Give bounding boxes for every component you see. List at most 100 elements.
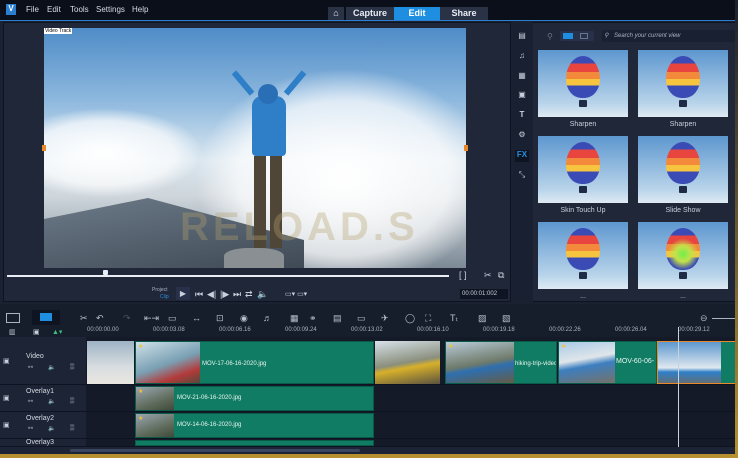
mute-icon[interactable]: 🔈 (48, 398, 55, 405)
home-tab[interactable]: ⌂ (328, 7, 344, 20)
chapter-icon[interactable]: ▣ (33, 328, 40, 336)
track-camera-icon[interactable]: ▣ (3, 421, 10, 429)
clip-thumbnail[interactable] (87, 341, 134, 384)
tab-edit[interactable]: Edit (394, 7, 440, 20)
mute-icon[interactable]: 🔈 (48, 364, 55, 371)
grid-icon[interactable]: ▒ (70, 398, 74, 404)
menu-settings[interactable]: Settings (96, 5, 125, 14)
next-frame-button[interactable]: |▶ (220, 289, 229, 300)
smart-proxy-icon[interactable]: ▨ (478, 313, 487, 324)
library-item-thumbnail[interactable] (638, 222, 728, 289)
project-mode[interactable]: Project (152, 287, 168, 293)
overlay1-clip[interactable]: ★ MOV-21-06-16-2020.jpg (135, 386, 374, 411)
title-icon[interactable]: Tₜ (450, 313, 458, 324)
track-header-video[interactable]: ▣ Video ⚯ 🔈 ▒ (0, 337, 86, 385)
motion-icon[interactable]: ⚭ (309, 313, 317, 324)
link-icon[interactable]: ⚯ (28, 425, 33, 432)
filter-icon[interactable]: ⚲ (547, 32, 553, 41)
playhead[interactable] (678, 327, 679, 447)
video-clip-3[interactable]: ★ hiking-trip-video (445, 341, 557, 384)
split-icon[interactable]: ↔ (192, 313, 201, 323)
crop-handle-right[interactable] (464, 145, 468, 151)
template-icon[interactable]: ▣ (515, 90, 529, 102)
auto-music-icon[interactable]: ▧ (502, 313, 511, 324)
media-icon[interactable]: ▤ (515, 31, 529, 43)
record-icon[interactable]: ◉ (240, 313, 248, 324)
repeat-button[interactable]: ⇄ (245, 289, 253, 300)
home-button[interactable]: ⏮ (195, 289, 203, 300)
mask-icon[interactable]: ◯ (405, 313, 415, 324)
track-manager-icon[interactable]: ▥ (9, 328, 16, 336)
cut-icon[interactable]: ✂ (80, 313, 88, 324)
transition-icon[interactable]: ⚙ (515, 130, 529, 142)
zoom-out-icon[interactable]: ⊖ (700, 313, 708, 324)
timecode-field[interactable]: 00:00:01:002 (460, 289, 508, 299)
menu-edit[interactable]: Edit (47, 5, 61, 14)
split-icon[interactable]: ✂ (484, 270, 492, 281)
mute-icon[interactable]: 🔈 (48, 425, 55, 432)
undo-icon[interactable]: ↶ (96, 313, 104, 324)
previous-frame-button[interactable]: ◀| (207, 289, 216, 300)
crop-icon[interactable]: ▭ (168, 313, 177, 324)
mark-in-icon[interactable]: [ ] (459, 270, 467, 280)
hiker (252, 96, 286, 156)
split-screen-icon[interactable]: ▭ (357, 313, 366, 324)
grid-icon[interactable]: ▒ (70, 425, 74, 431)
title-icon[interactable]: T (515, 110, 529, 122)
menu-help[interactable]: Help (132, 5, 148, 14)
balloon-image (566, 56, 600, 98)
grid-icon[interactable]: ▒ (70, 364, 74, 370)
storyboard-view-button[interactable] (6, 313, 20, 323)
track-camera-icon[interactable]: ▣ (3, 394, 10, 402)
link-icon[interactable]: ⚯ (28, 364, 33, 371)
overlay3-clip[interactable] (135, 440, 374, 446)
volume-button[interactable]: 🔈 (257, 289, 268, 300)
timeline-scrollbar[interactable] (70, 449, 360, 452)
track-header-overlay3[interactable]: ▣Overlay3 (0, 439, 86, 456)
library-item-thumbnail[interactable] (638, 50, 728, 117)
subtitle-icon[interactable]: ▤ (333, 313, 342, 324)
audio-mixer-icon[interactable]: ♬ (263, 313, 272, 323)
library-item-thumbnail[interactable] (538, 222, 628, 289)
end-button[interactable]: ⏭ (233, 289, 241, 300)
play-button[interactable]: ▶ (176, 287, 190, 300)
clip-mode[interactable]: Clip (160, 294, 169, 300)
motion-tracking-icon[interactable]: ✈ (381, 313, 389, 324)
track-header-overlay1[interactable]: ▣ Overlay1 ⚯ 🔈 ▒ (0, 385, 86, 412)
audio-icon[interactable]: ♫ (515, 51, 529, 63)
fit-icon[interactable]: ⛶ (425, 313, 431, 324)
scrubber-bar[interactable] (7, 275, 449, 277)
library-item-thumbnail[interactable] (538, 50, 628, 117)
track-header-overlay2[interactable]: ▣ Overlay2 ⚯ 🔈 ▒ (0, 412, 86, 439)
menu-tools[interactable]: Tools (70, 5, 89, 14)
resize-icon[interactable]: ⊡ (216, 313, 224, 324)
multicam-icon[interactable]: ▦ (290, 313, 299, 324)
crop-handle-left[interactable] (42, 145, 46, 151)
timeline-view-button[interactable] (32, 310, 60, 325)
search-input[interactable]: ⚲ Search your current view (602, 30, 735, 42)
track-camera-icon[interactable]: ▣ (3, 357, 10, 365)
scrubber-handle[interactable] (103, 270, 108, 275)
menu-file[interactable]: File (26, 5, 39, 14)
library-item-thumbnail[interactable] (638, 136, 728, 203)
library-item-label: Sharpen (669, 121, 697, 128)
library-item-thumbnail[interactable] (538, 136, 628, 203)
tab-share[interactable]: Share (440, 7, 488, 20)
tab-capture[interactable]: Capture (346, 7, 394, 20)
overlay2-clip[interactable]: ★ MOV-14-06-16-2020.jpg (135, 413, 374, 438)
fx-icon[interactable]: FX (515, 150, 529, 162)
path-icon[interactable]: ⤡ (515, 170, 529, 182)
link-icon[interactable]: ⚯ (28, 398, 33, 405)
fx-star-icon: ★ (138, 416, 144, 422)
library-item-label: Slide Show (665, 207, 701, 214)
ripple-edit-icon[interactable]: ▲▾ (52, 328, 62, 336)
enlarge-icon[interactable]: ⧉ (498, 270, 504, 281)
view-toggle[interactable] (560, 31, 594, 41)
video-clip-1[interactable]: ★ MOV-17-06-16-2020.jpg (135, 341, 374, 384)
trim-icon[interactable]: ⇤⇥ (144, 313, 159, 324)
redo-icon[interactable]: ↷ (123, 313, 131, 324)
instant-project-icon[interactable]: ▦ (515, 71, 529, 83)
video-clip-5-selected[interactable] (657, 341, 738, 384)
video-clip-2[interactable] (375, 341, 440, 384)
aspect-ratio-dropdown[interactable]: ▭▾ ▭▾ (285, 290, 307, 298)
